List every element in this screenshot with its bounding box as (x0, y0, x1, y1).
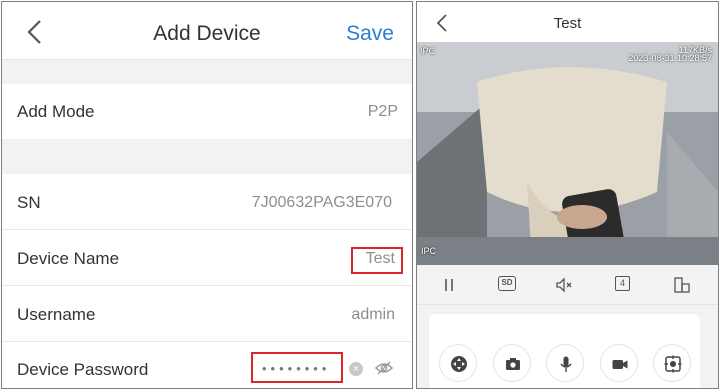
add-device-panel: Add Device Save Add Mode P2P SN 7J00632P… (1, 1, 413, 389)
record-icon (612, 360, 628, 369)
snapshot-icon (506, 358, 520, 370)
quality-toggle-button[interactable]: SD (498, 276, 516, 291)
playback-controls: SD 4 (417, 265, 718, 305)
device-name-highlight-box (351, 247, 403, 274)
record-button[interactable] (600, 344, 638, 382)
osd-datetime: 2023-08-31 10:28:57 (628, 53, 712, 63)
camera-frame-image (417, 42, 718, 265)
add-mode-value: P2P (367, 103, 398, 120)
preset-button[interactable] (653, 344, 691, 382)
device-title: Test (553, 15, 582, 32)
sn-value: 7J00632PAG3E070 (251, 194, 392, 211)
pause-icon[interactable] (443, 275, 455, 295)
device-name-label: Device Name (17, 249, 120, 268)
split-screen-button[interactable]: 4 (615, 276, 630, 291)
osd-channel-label: IPC (420, 46, 436, 56)
save-button[interactable]: Save (346, 22, 394, 46)
add-mode-label: Add Mode (17, 102, 95, 121)
microphone-icon (560, 356, 572, 372)
header-bar: Add Device Save (2, 2, 412, 60)
speaker-mute-icon[interactable] (554, 275, 574, 295)
header-bar: Test (417, 2, 718, 42)
osd-camera-label: IPC (421, 246, 437, 256)
username-row: Username admin (2, 286, 412, 341)
sn-label: SN (17, 193, 41, 212)
clear-icon[interactable]: × (349, 362, 363, 376)
username-input[interactable]: admin (351, 306, 395, 324)
device-password-row: Device Password •••••••• × (2, 342, 412, 388)
device-password-label: Device Password (17, 360, 149, 379)
device-name-row: Device Name Test (2, 230, 412, 285)
layout-icon[interactable] (673, 275, 691, 295)
preset-icon (664, 355, 682, 373)
eye-hidden-icon[interactable] (374, 360, 394, 376)
live-view-panel: Test IPC 117KB/s 2023-08-31 10:28:57 IPC… (416, 1, 719, 389)
ptz-button[interactable] (439, 344, 477, 382)
device-password-highlight-box (251, 352, 343, 383)
username-label: Username (17, 305, 96, 324)
action-card (429, 314, 700, 388)
add-mode-row[interactable]: Add Mode P2P (2, 84, 412, 139)
snapshot-button[interactable] (493, 344, 531, 382)
sn-row: SN 7J00632PAG3E070 (2, 174, 412, 229)
camera-video-feed[interactable]: IPC 117KB/s 2023-08-31 10:28:57 IPC (417, 42, 718, 265)
ptz-icon (451, 356, 467, 372)
microphone-button[interactable] (546, 344, 584, 382)
